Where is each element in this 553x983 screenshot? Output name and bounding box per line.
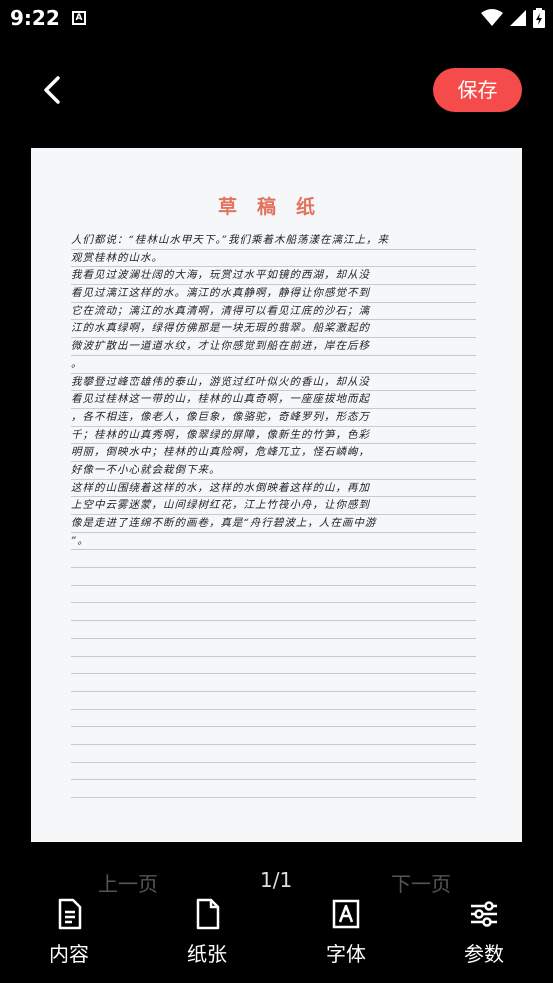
paper-lines: 人们都说：“桂林山水甲天下。”我们乘着木船荡漾在漓江上，来 观赏桂林的山水。 我看见… [71, 232, 476, 798]
paper-line [71, 763, 476, 781]
wifi-icon [481, 9, 503, 26]
tab-params[interactable]: 参数 [444, 898, 524, 967]
paper-line: 我看见过波澜壮阔的大海，玩赏过水平如镜的西湖，却从没 [71, 267, 476, 286]
tab-label: 参数 [464, 942, 504, 966]
paper-line: 好像一不小心就会栽倒下来。 [71, 462, 476, 480]
document-icon [58, 898, 82, 930]
status-time: 9:22 [10, 6, 60, 30]
paper-line: 江的水真绿啊，绿得仿佛那是一块无瑕的翡翠。船桨激起的 [71, 320, 476, 339]
paper-line: 看见过桂林这一带的山，桂林的山真奇啊，一座座拔地而起 [71, 391, 476, 409]
save-button[interactable]: 保存 [433, 68, 522, 112]
bottom-tab-bar: 内容 纸张 字体 参数 [0, 898, 553, 978]
paper-title: 草稿纸 [217, 196, 335, 218]
paper-line [71, 586, 476, 604]
paper-line: 明丽，倒映水中；桂林的山真险啊，危峰兀立，怪石嶙峋， [71, 444, 476, 462]
paper-line [71, 603, 476, 622]
paper-line: 这样的山围绕着这样的水，这样的水倒映着这样的山，再加 [71, 480, 476, 498]
paper-line [71, 621, 476, 639]
tab-font[interactable]: 字体 [306, 898, 386, 967]
paper-line: ，各不相连，像老人，像巨象，像骆驼，奇峰罗列，形态万 [71, 409, 476, 427]
font-icon [332, 899, 360, 929]
page-icon [196, 898, 220, 930]
chevron-left-icon [44, 76, 60, 104]
paper-line [71, 639, 476, 657]
paper-line [71, 710, 476, 728]
paper-line: 上空中云雾迷蒙，山间绿树红花，江上竹筏小舟，让你感到 [71, 497, 476, 515]
paper-line: 我攀登过峰峦雄伟的泰山，游览过红叶似火的香山，却从没 [71, 374, 476, 392]
status-icons [481, 8, 545, 28]
battery-icon [533, 8, 545, 28]
paper-line [71, 780, 476, 798]
paper-line: 像是走进了连绵不断的画卷，真是“舟行碧波上，人在画中游 [71, 515, 476, 533]
paper-line [71, 568, 476, 586]
tab-label: 字体 [326, 942, 366, 966]
paper-line [71, 692, 476, 710]
back-button[interactable] [36, 72, 70, 108]
signal-icon [510, 10, 526, 26]
next-page-button[interactable]: 下一页 [391, 868, 451, 897]
pager: 上一页 1/1 下一页 [0, 868, 553, 897]
paper-line [71, 657, 476, 675]
prev-page-button[interactable]: 上一页 [98, 868, 158, 897]
tab-label: 内容 [49, 942, 89, 966]
paper-line: 。 [71, 356, 476, 374]
paper-line [71, 727, 476, 745]
paper-line: ”。 [71, 533, 476, 551]
paper-line: 观赏桂林的山水。 [71, 250, 476, 268]
paper-line: 它在流动；漓江的水真清啊，清得可以看见江底的沙石；漓 [71, 303, 476, 321]
page-indicator: 1/1 [260, 868, 293, 892]
tab-content[interactable]: 内容 [29, 898, 109, 967]
tab-label: 纸张 [187, 942, 227, 966]
paper-line: 千；桂林的山真秀啊，像翠绿的屏障，像新生的竹笋，色彩 [71, 427, 476, 445]
paper-preview: 草稿纸 人们都说：“桂林山水甲天下。”我们乘着木船荡漾在漓江上，来 观赏桂林的山水… [31, 148, 522, 842]
paper-line [71, 674, 476, 692]
sliders-icon [471, 901, 497, 927]
notification-icon: A [72, 11, 86, 25]
paper-line: 微波扩散出一道道水纹，才让你感觉到船在前进，岸在后移 [71, 338, 476, 356]
tab-paper[interactable]: 纸张 [167, 898, 247, 967]
paper-line: 看见过漓江这样的水。漓江的水真静啊，静得让你感觉不到 [71, 285, 476, 303]
paper-line [71, 550, 476, 569]
paper-line: 人们都说：“桂林山水甲天下。”我们乘着木船荡漾在漓江上，来 [71, 232, 476, 250]
paper-line [71, 745, 476, 763]
status-bar: 9:22 A [0, 0, 553, 36]
